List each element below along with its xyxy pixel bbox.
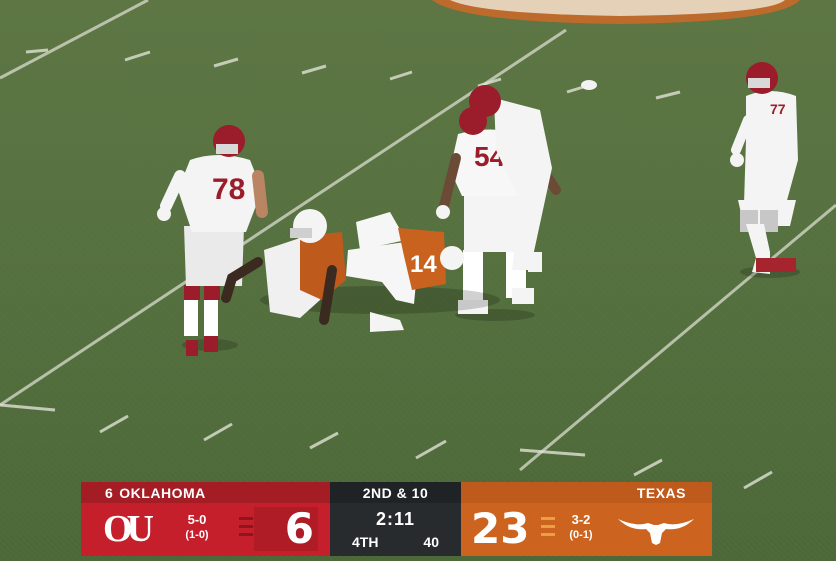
home-conference-record: (0-1) xyxy=(569,529,593,541)
svg-text:77: 77 xyxy=(770,101,786,117)
home-team-record: 3-2 (0-1) xyxy=(561,512,601,541)
football-field: 78 54 77 14 xyxy=(0,0,836,561)
away-record: 5-0 xyxy=(187,512,207,527)
svg-text:78: 78 xyxy=(212,173,245,206)
play-clock: 40 xyxy=(423,534,439,550)
scoreboard-top-row: 6 OKLAHOMA 2ND & 10 TEXAS xyxy=(81,482,712,503)
scoreboard-bottom-row: OU 5-0 (1-0) 6 2:11 4TH 40 23 3-2 (0-1) xyxy=(81,503,712,556)
away-timeout-indicator xyxy=(239,525,253,528)
home-timeout-indicator xyxy=(541,533,555,536)
down-distance-header: 2ND & 10 xyxy=(330,482,461,503)
away-timeout-indicator xyxy=(239,517,253,520)
away-team-panel: OU 5-0 (1-0) 6 xyxy=(81,503,330,556)
home-record: 3-2 xyxy=(571,512,591,527)
home-timeout-indicator xyxy=(541,525,555,528)
ou-logo-icon: OU xyxy=(103,508,154,550)
longhorn-logo-icon xyxy=(618,519,694,545)
home-score: 23 xyxy=(471,504,530,553)
away-score: 6 xyxy=(254,507,318,551)
down-and-distance: 2ND & 10 xyxy=(362,484,429,501)
scoreboard: 6 OKLAHOMA 2ND & 10 TEXAS OU 5-0 (1-0) 6 … xyxy=(81,482,712,556)
away-team-name: OKLAHOMA xyxy=(119,484,206,501)
home-team-header: TEXAS xyxy=(461,482,712,503)
home-timeout-indicator xyxy=(541,517,555,520)
game-clock-panel: 2:11 4TH 40 xyxy=(330,503,461,556)
away-team-rank: 6 xyxy=(105,484,114,501)
game-clock: 2:11 xyxy=(375,509,416,529)
quarter: 4TH xyxy=(352,534,379,550)
home-team-name: TEXAS xyxy=(636,484,686,501)
away-timeout-indicator xyxy=(239,533,253,536)
svg-text:14: 14 xyxy=(410,251,437,278)
away-conference-record: (1-0) xyxy=(185,529,209,541)
away-team-header: 6 OKLAHOMA xyxy=(81,482,330,503)
away-team-record: 5-0 (1-0) xyxy=(177,512,217,541)
home-team-panel: 23 3-2 (0-1) xyxy=(461,503,712,556)
